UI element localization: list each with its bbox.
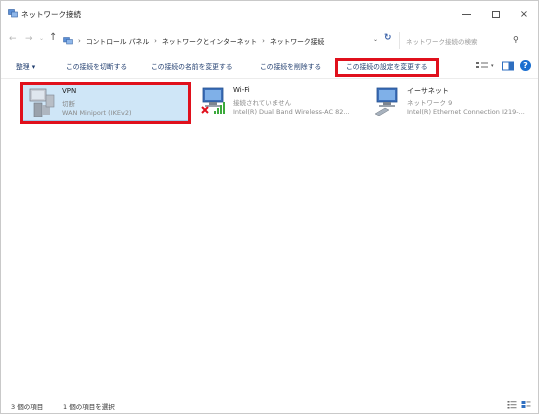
change-view-dropdown[interactable]: ▾ xyxy=(491,63,494,69)
up-button[interactable]: ↑ xyxy=(49,32,57,43)
connection-item-ethernet[interactable]: イーサネット ネットワーク 9 Intel(R) Ethernet Connec… xyxy=(367,83,535,121)
wifi-disconnected-icon xyxy=(201,87,225,114)
item-count: 3 個の項目 xyxy=(11,403,44,411)
organize-button[interactable]: 整理 ▾ xyxy=(16,61,35,71)
close-icon: × xyxy=(519,8,529,20)
network-folder-icon xyxy=(63,36,73,44)
details-view-icon[interactable] xyxy=(507,400,517,409)
disconnect-button[interactable]: この接続を切断する xyxy=(66,61,127,71)
forward-button[interactable]: → xyxy=(25,34,33,44)
delete-button[interactable]: この接続を削除する xyxy=(260,61,321,71)
search-placeholder: ネットワーク接続の検索 xyxy=(406,38,478,46)
maximize-button[interactable] xyxy=(483,5,509,23)
minimize-icon xyxy=(461,13,471,15)
highlight-box-vpn xyxy=(20,82,191,124)
breadcrumb-separator[interactable]: › xyxy=(78,37,81,45)
recent-locations-dropdown[interactable]: ⌄ xyxy=(39,35,44,42)
breadcrumb[interactable]: › コントロール パネル › ネットワークとインターネット › ネットワーク接続 xyxy=(63,32,383,49)
status-bar: 3 個の項目 1 個の項目を選択 xyxy=(1,397,538,414)
connection-status: ネットワーク 9 xyxy=(407,99,453,107)
maximize-icon xyxy=(492,10,500,18)
tiles-view-icon[interactable] xyxy=(521,400,531,409)
connection-name: Wi-Fi xyxy=(233,86,250,94)
minimize-button[interactable] xyxy=(453,5,479,23)
selected-count: 1 個の項目を選択 xyxy=(63,403,115,411)
change-view-icon[interactable] xyxy=(475,60,489,72)
title-bar: ネットワーク接続 × xyxy=(1,1,538,27)
connection-item-wifi[interactable]: Wi-Fi 接続されていません Intel(R) Dual Band Wirel… xyxy=(193,83,353,121)
connection-device: Intel(R) Dual Band Wireless-AC 82... xyxy=(233,108,350,116)
rename-button[interactable]: この接続の名前を変更する xyxy=(151,61,233,71)
breadcrumb-item-network-internet[interactable]: ネットワークとインターネット xyxy=(162,36,257,46)
connection-name: イーサネット xyxy=(407,87,449,95)
breadcrumb-separator[interactable]: › xyxy=(154,37,157,45)
search-icon[interactable]: ⚲ xyxy=(513,35,519,44)
breadcrumb-separator[interactable]: › xyxy=(262,37,265,45)
close-button[interactable]: × xyxy=(511,5,537,23)
connection-device: Intel(R) Ethernet Connection I219-... xyxy=(407,108,525,116)
highlight-box-change-settings xyxy=(335,58,439,77)
back-button[interactable]: ← xyxy=(9,34,17,44)
network-connections-icon xyxy=(8,9,18,18)
network-connections-window: ネットワーク接続 × ← → ⌄ ↑ › コントロール パネル › ネットワーク… xyxy=(0,0,539,414)
search-input[interactable]: ネットワーク接続の検索 ⚲ xyxy=(399,32,525,49)
window-title: ネットワーク接続 xyxy=(21,10,81,19)
connection-status: 接続されていません xyxy=(233,99,292,107)
breadcrumb-item-control-panel[interactable]: コントロール パネル xyxy=(86,36,149,46)
address-dropdown-button[interactable]: ⌄ xyxy=(373,36,378,43)
preview-pane-icon[interactable] xyxy=(501,60,515,72)
ethernet-icon xyxy=(374,87,398,116)
help-icon[interactable]: ? xyxy=(520,60,531,71)
refresh-button[interactable]: ↻ xyxy=(384,33,392,43)
breadcrumb-item-network-connections[interactable]: ネットワーク接続 xyxy=(270,36,324,46)
command-bar: 整理 ▾ この接続を切断する この接続の名前を変更する この接続を削除する この… xyxy=(1,55,538,79)
address-bar: ← → ⌄ ↑ › コントロール パネル › ネットワークとインターネット › … xyxy=(1,29,538,53)
